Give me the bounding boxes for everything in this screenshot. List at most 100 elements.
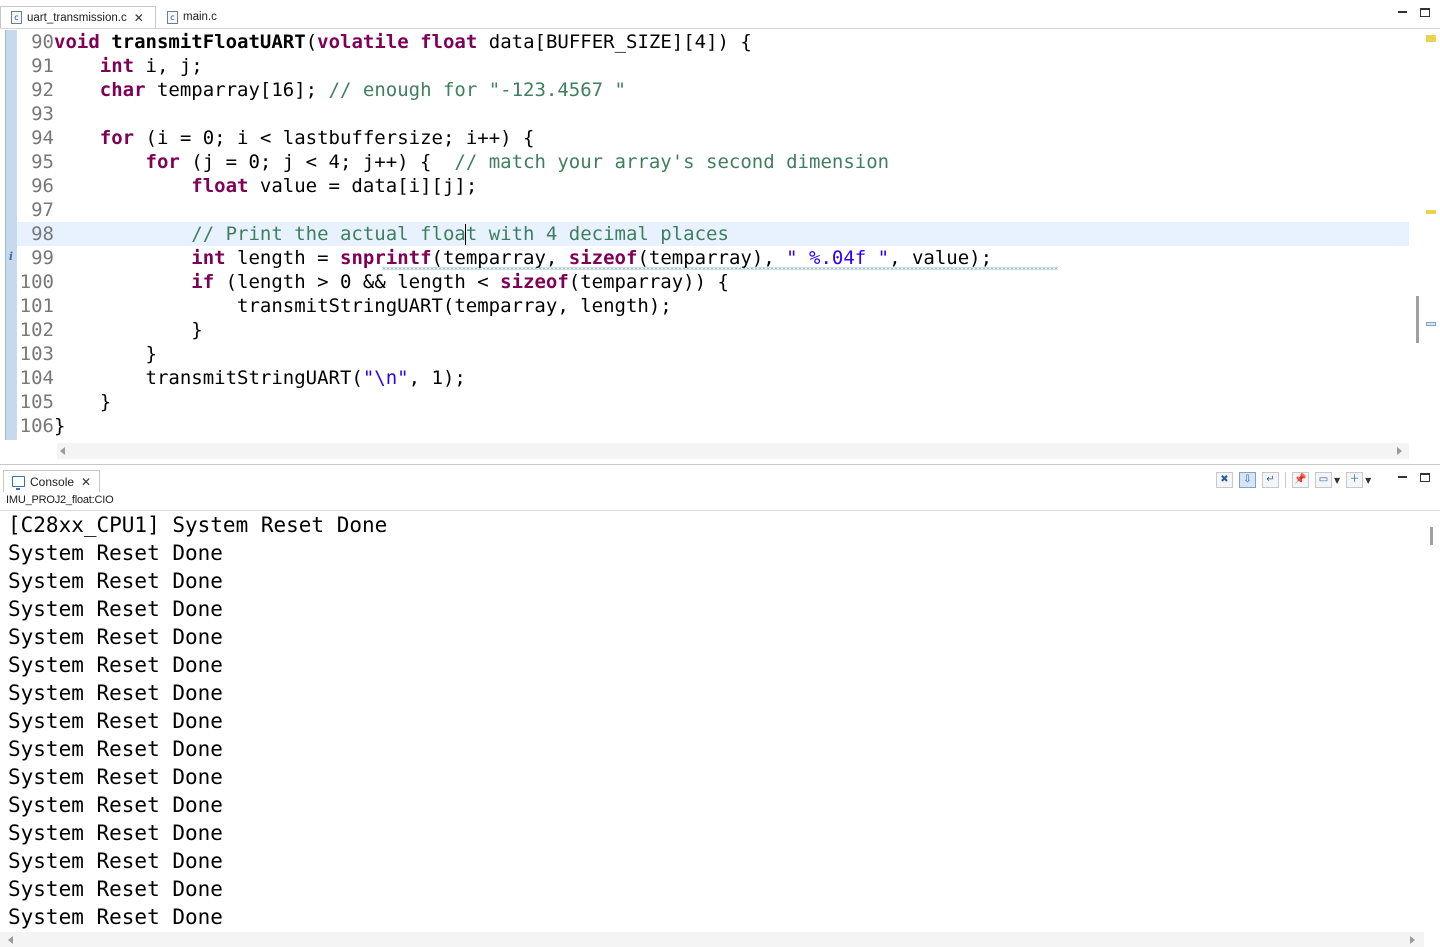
console-output-line: System Reset Done	[8, 681, 223, 705]
console-output-line: System Reset Done	[8, 625, 223, 649]
code-token: // enough for "-123.4567 "	[328, 79, 626, 101]
code-token: snprintf	[340, 247, 432, 269]
code-token: i, j;	[134, 55, 203, 77]
code-token: data[BUFFER_SIZE][4]) {	[477, 31, 752, 53]
code-token: if	[191, 271, 215, 293]
code-line[interactable]: 103 }	[17, 342, 1409, 366]
code-line[interactable]: 94 for (i = 0; i < lastbuffersize; i++) …	[17, 126, 1409, 150]
maximize-icon[interactable]	[1420, 8, 1430, 17]
code-token: "\n"	[362, 367, 409, 389]
console-output-area[interactable]: [C28xx_CPU1] System Reset Done System Res…	[0, 510, 1440, 947]
c-file-icon: c	[167, 10, 178, 24]
code-token: }	[54, 391, 112, 413]
overview-marker[interactable]	[1426, 322, 1436, 326]
console-tab-label: Console	[30, 474, 75, 489]
tab-uart-transmission[interactable]: c uart_transmission.c ✕	[0, 6, 156, 28]
scrollbar-thumb[interactable]	[1416, 296, 1419, 343]
code-token: temparray[16];	[145, 79, 329, 101]
code-line[interactable]: 91 int i, j;	[17, 54, 1409, 78]
console-output-line: System Reset Done	[8, 737, 223, 761]
tab-main[interactable]: c main.c	[157, 6, 227, 28]
code-line[interactable]: 106}	[17, 414, 1409, 438]
editor-vertical-scrollbar[interactable]	[1412, 30, 1422, 443]
console-name-label: IMU_PROJ2_float:CIO	[6, 494, 114, 506]
console-output-line: System Reset Done	[8, 569, 223, 593]
code-line[interactable]: 98 // Print the actual float with 4 deci…	[17, 222, 1409, 246]
minimize-icon[interactable]	[1398, 7, 1407, 13]
code-editor[interactable]: i 90void transmitFloatUART(volatile floa…	[0, 30, 1440, 463]
scroll-right-icon[interactable]	[1397, 447, 1402, 455]
code-token: sizeof	[568, 247, 638, 269]
code-token: for	[99, 127, 135, 149]
console-horizontal-scrollbar[interactable]	[0, 932, 1424, 947]
code-token: volatile	[317, 31, 409, 53]
overview-ruler[interactable]	[1423, 30, 1440, 440]
tab-console[interactable]: Console ✕	[3, 470, 101, 492]
code-line[interactable]: 99 int length = snprintf(temparray, size…	[17, 246, 1409, 270]
code-line[interactable]: 95 for (j = 0; j < 4; j++) { // match yo…	[17, 150, 1409, 174]
scrollbar-thumb[interactable]	[1430, 527, 1433, 545]
minimize-icon[interactable]	[1398, 472, 1407, 478]
overview-marker[interactable]	[1426, 35, 1436, 42]
code-line[interactable]: 90void transmitFloatUART(volatile float …	[17, 30, 1409, 54]
line-number: 92	[31, 79, 54, 101]
editor-horizontal-scrollbar[interactable]	[57, 443, 1409, 459]
close-icon[interactable]: ✕	[81, 475, 91, 489]
code-token: for	[145, 151, 180, 173]
code-line[interactable]: 93	[17, 102, 1409, 126]
code-line[interactable]: 102 }	[17, 318, 1409, 342]
tab-label: main.c	[183, 11, 217, 23]
pin-console-icon[interactable]: 📌	[1292, 472, 1309, 488]
word-wrap-icon[interactable]: ↵	[1262, 472, 1279, 488]
code-token: (j = 0; j < 4; j++) {	[179, 151, 455, 173]
console-output-line: System Reset Done	[8, 877, 223, 901]
code-token: (	[305, 31, 318, 53]
line-number: 100	[19, 271, 54, 293]
code-token: (temparray)) {	[568, 271, 729, 293]
console-vertical-scrollbar[interactable]	[1424, 511, 1440, 931]
console-output-line: System Reset Done	[8, 765, 223, 789]
code-token: value = data[i][j];	[248, 175, 478, 197]
scroll-left-icon[interactable]	[60, 447, 65, 455]
code-token: transmitStringUART(	[54, 367, 363, 389]
scroll-lock-icon[interactable]: ⇩	[1239, 472, 1256, 488]
code-line[interactable]: 101 transmitStringUART(temparray, length…	[17, 294, 1409, 318]
line-number: 95	[31, 151, 54, 173]
c-file-icon: c	[11, 11, 22, 24]
display-console-icon[interactable]: ▭	[1315, 472, 1332, 488]
code-token: }	[54, 415, 66, 437]
console-toolbar: ✖ ⇩ ↵ 📌 ▭ ▼ ＋ ▼	[1216, 471, 1371, 489]
code-line[interactable]: 104 transmitStringUART("\n", 1);	[17, 366, 1409, 390]
line-number: 97	[31, 199, 54, 221]
code-line[interactable]: 105 }	[17, 390, 1409, 414]
info-icon[interactable]: i	[7, 250, 15, 264]
code-line[interactable]: 100 if (length > 0 && length < sizeof(te…	[17, 270, 1409, 294]
close-icon[interactable]: ✕	[134, 11, 144, 25]
clear-console-icon[interactable]: ✖	[1216, 472, 1233, 488]
code-line[interactable]: 96 float value = data[i][j];	[17, 174, 1409, 198]
code-token: float	[420, 31, 478, 53]
scroll-right-icon[interactable]	[1410, 936, 1415, 944]
annotation-ruler[interactable]	[5, 30, 17, 440]
chevron-down-icon[interactable]: ▼	[1334, 476, 1340, 485]
chevron-down-icon[interactable]: ▼	[1365, 476, 1371, 485]
maximize-icon[interactable]	[1420, 473, 1430, 482]
line-number: 91	[31, 55, 54, 77]
tab-label: uart_transmission.c	[27, 11, 127, 24]
line-number: 93	[31, 103, 54, 125]
code-line[interactable]: 92 char temparray[16]; // enough for "-1…	[17, 78, 1409, 102]
scroll-left-icon[interactable]	[8, 936, 13, 944]
console-output[interactable]: [C28xx_CPU1] System Reset Done System Res…	[8, 511, 1408, 931]
line-number: 94	[31, 127, 54, 149]
code-token: t with 4 decimal places	[465, 223, 729, 245]
open-console-icon[interactable]: ＋	[1346, 472, 1364, 488]
code-token: // Print the actual floa	[191, 223, 466, 245]
overview-marker[interactable]	[1426, 210, 1436, 214]
code-token: void	[54, 31, 100, 53]
code-line[interactable]: 97	[17, 198, 1409, 222]
code-area[interactable]: 90void transmitFloatUART(volatile float …	[17, 30, 1409, 438]
